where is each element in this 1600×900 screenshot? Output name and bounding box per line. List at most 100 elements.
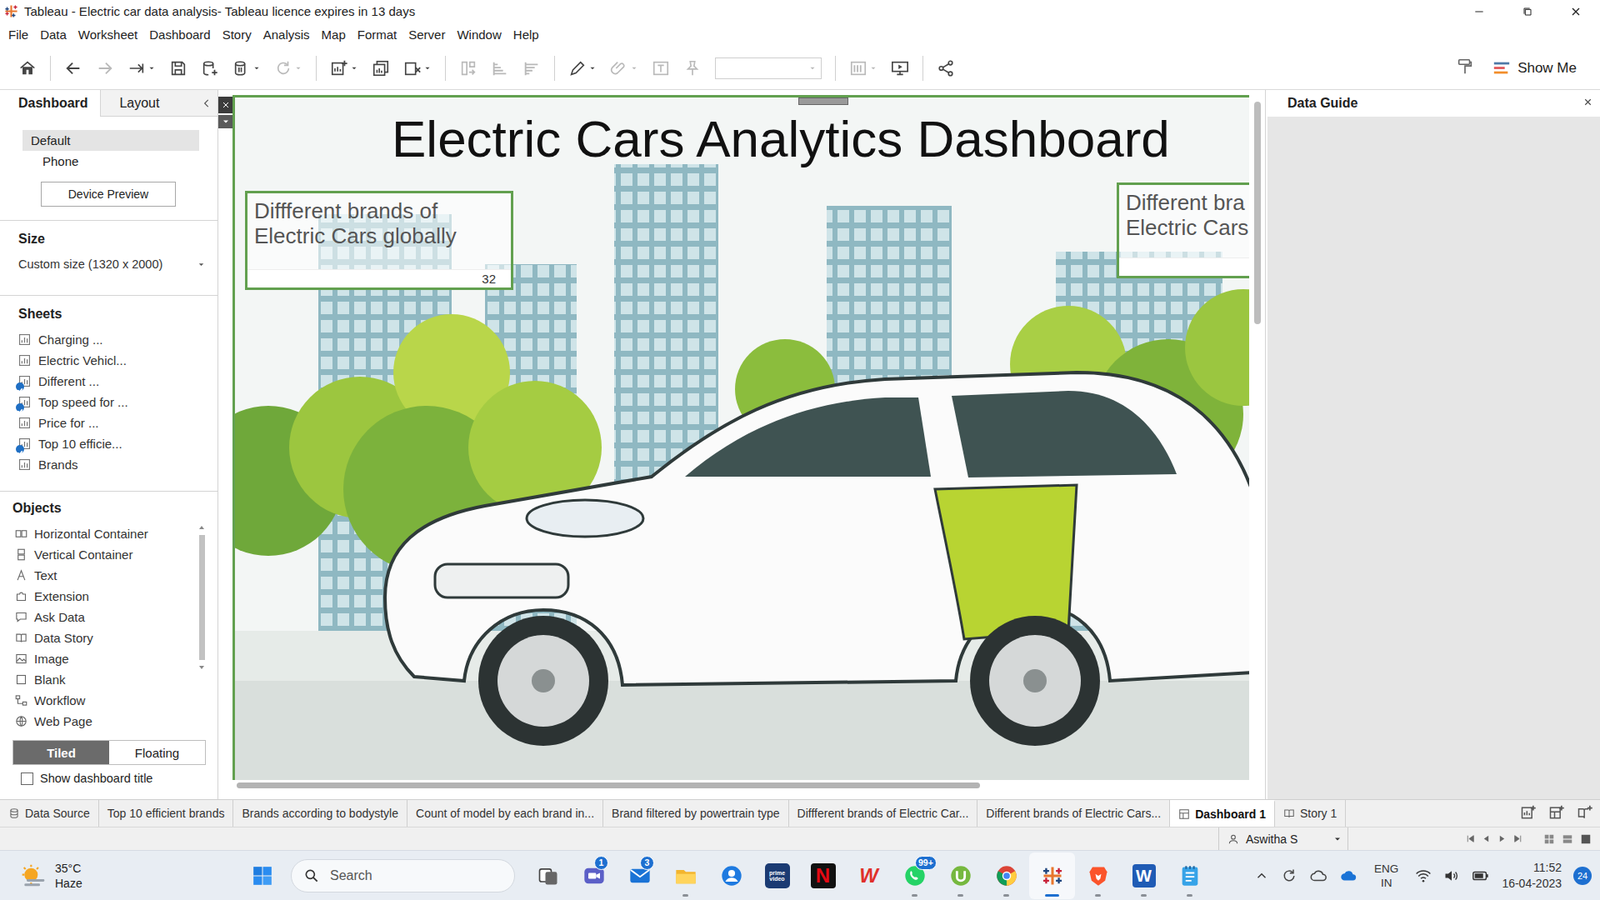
- language[interactable]: ENG: [1374, 861, 1399, 876]
- panel-tab[interactable]: Layout: [100, 90, 201, 117]
- device-option[interactable]: Default: [22, 130, 200, 151]
- sheet-item[interactable]: Top 10 efficie...: [18, 433, 210, 455]
- first-sheet-icon[interactable]: [1465, 833, 1476, 845]
- highlight-button[interactable]: [561, 51, 604, 85]
- sheet-item[interactable]: Electric Vehicl...: [18, 350, 210, 371]
- sheet-tab[interactable]: Diffferent brands of Electric Car...: [789, 800, 979, 827]
- object-name[interactable]: Text: [34, 568, 58, 583]
- sheet-item[interactable]: Price for ...: [18, 412, 210, 434]
- taskbar-app[interactable]: 3: [616, 852, 663, 900]
- object-item[interactable]: Ask Data: [15, 606, 196, 628]
- pause-button[interactable]: [225, 51, 268, 85]
- object-name[interactable]: Workflow: [34, 693, 85, 708]
- show-title-option[interactable]: Show dashboard title: [20, 771, 218, 785]
- zone-menu-button[interactable]: [218, 115, 234, 129]
- object-item[interactable]: Data Story: [15, 627, 196, 649]
- close-data-guide-button[interactable]: [1582, 95, 1594, 111]
- previous-sheet-icon[interactable]: [1480, 833, 1492, 845]
- region[interactable]: IN: [1380, 875, 1393, 890]
- menu-item[interactable]: Worksheet: [72, 27, 144, 42]
- object-name[interactable]: Ask Data: [34, 610, 85, 625]
- home-button[interactable]: [11, 51, 44, 85]
- sheet-tab[interactable]: Story 1: [1275, 800, 1346, 827]
- panel-tab[interactable]: Dashboard: [0, 90, 100, 117]
- save-button[interactable]: [162, 51, 195, 85]
- weather-widget[interactable]: 35°CHaze: [0, 860, 245, 891]
- taskbar-app[interactable]: W: [1120, 852, 1167, 900]
- sheet-name[interactable]: Charging ...: [38, 332, 104, 347]
- taskbar-app[interactable]: 1: [570, 852, 617, 900]
- menu-item[interactable]: Map: [315, 27, 352, 42]
- wifi-icon[interactable]: [1415, 867, 1432, 885]
- menu-item[interactable]: Analysis: [257, 27, 316, 42]
- sheet-tab-label[interactable]: Dashboard 1: [1195, 807, 1266, 821]
- menu-item[interactable]: Help: [507, 27, 545, 42]
- onedrive-icon[interactable]: [1339, 866, 1358, 885]
- next-sheet-icon[interactable]: [1496, 833, 1508, 845]
- date[interactable]: 16-04-2023: [1501, 875, 1562, 892]
- taskbar-app[interactable]: [708, 852, 755, 900]
- swaprows-button[interactable]: [452, 51, 485, 85]
- object-name[interactable]: Vertical Container: [34, 547, 133, 562]
- present-button[interactable]: [884, 51, 916, 85]
- object-item[interactable]: Extension: [15, 585, 196, 607]
- taskbar-app[interactable]: [1029, 852, 1075, 900]
- swapdata-button[interactable]: [120, 51, 163, 85]
- format-painter-button[interactable]: [1455, 57, 1475, 80]
- sheet-tab[interactable]: Different brands of Electric Cars...: [977, 800, 1170, 827]
- taskbar-app[interactable]: [1075, 852, 1121, 900]
- objects-scrollbar[interactable]: [195, 523, 208, 732]
- sheet-tab[interactable]: Brand filtered by powertrain type: [603, 800, 790, 827]
- size-dropdown[interactable]: Custom size (1320 x 2000): [18, 257, 206, 271]
- sheet-sorter-icon[interactable]: [1543, 833, 1555, 845]
- object-item[interactable]: Blank: [15, 669, 196, 690]
- show-me-button[interactable]: Show Me: [1492, 59, 1577, 78]
- object-name[interactable]: Extension: [34, 589, 90, 604]
- pin-button[interactable]: [676, 51, 709, 85]
- new-worksheet-button[interactable]: [1520, 804, 1537, 824]
- sheet-tab-label[interactable]: Data Source: [25, 806, 90, 820]
- sheet-name[interactable]: Electric Vehicl...: [38, 353, 127, 368]
- user-menu[interactable]: Aswitha S: [1218, 827, 1349, 851]
- show-me-label[interactable]: Show Me: [1517, 60, 1577, 77]
- forward-button[interactable]: [89, 51, 121, 85]
- sheet-item[interactable]: Different ...: [18, 370, 210, 392]
- menu-item[interactable]: Server: [402, 27, 451, 42]
- new-story-button[interactable]: [1576, 804, 1594, 824]
- taskbar-app[interactable]: prime video: [754, 852, 800, 900]
- last-sheet-icon[interactable]: [1512, 833, 1524, 845]
- object-item[interactable]: Vertical Container: [15, 544, 196, 565]
- taskbar-app[interactable]: [662, 852, 709, 900]
- object-name[interactable]: Horizontal Container: [34, 526, 149, 541]
- user-name[interactable]: Aswitha S: [1245, 832, 1326, 846]
- sheet-tab[interactable]: Dashboard 1: [1170, 800, 1275, 827]
- minimize-button[interactable]: [1455, 0, 1504, 23]
- menu-item[interactable]: Format: [351, 27, 404, 42]
- taskbar-app[interactable]: 99+: [891, 852, 938, 900]
- taskbar-search[interactable]: Search: [290, 859, 515, 893]
- show-title-checkbox[interactable]: [20, 772, 34, 785]
- newds-button[interactable]: [194, 51, 226, 85]
- search-placeholder[interactable]: Search: [330, 868, 373, 884]
- taskbar-app[interactable]: [1166, 852, 1213, 900]
- object-name[interactable]: Image: [34, 651, 70, 666]
- sheet-tab[interactable]: Top 10 efficient brands: [99, 800, 235, 827]
- volume-icon[interactable]: [1443, 867, 1460, 885]
- sheet-item[interactable]: Top speed for ...: [18, 391, 210, 413]
- back-button[interactable]: [57, 51, 90, 85]
- size-value[interactable]: Custom size (1320 x 2000): [18, 257, 163, 271]
- filmstrip-icon[interactable]: [1561, 833, 1574, 845]
- text-card[interactable]: Diffferent brands ofElectric Cars global…: [245, 190, 514, 290]
- container-drag-handle[interactable]: [798, 97, 849, 105]
- text-card[interactable]: Different braElectric Cars: [1116, 182, 1250, 279]
- sheet-tab-label[interactable]: Story 1: [1300, 806, 1337, 820]
- menu-item[interactable]: Data: [34, 27, 73, 42]
- taskbar-app[interactable]: W: [845, 852, 892, 900]
- close-button[interactable]: [1551, 0, 1600, 23]
- sheet-tab[interactable]: Data Source: [0, 800, 100, 827]
- menu-item[interactable]: Dashboard: [143, 27, 216, 42]
- sheet-name[interactable]: Different ...: [38, 374, 100, 389]
- object-item[interactable]: Workflow: [15, 690, 196, 711]
- sheet-item[interactable]: Brands: [18, 454, 210, 475]
- clock[interactable]: 11:5216-04-2023: [1501, 860, 1562, 892]
